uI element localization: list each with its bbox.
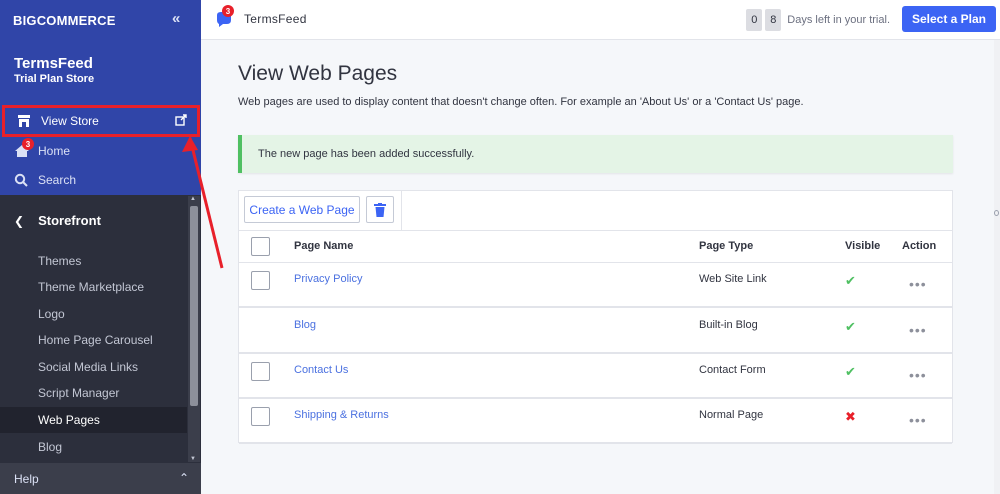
scroll-handle[interactable]: [994, 210, 999, 216]
home-icon: 3: [14, 138, 34, 158]
chevron-up-icon: ⌃: [178, 471, 189, 485]
view-store-label: View Store: [41, 114, 99, 128]
column-header-visible[interactable]: Visible: [845, 240, 880, 252]
page-type: Web Site Link: [699, 273, 767, 285]
chevron-left-icon: ❮: [14, 213, 25, 228]
create-web-page-button[interactable]: Create a Web Page: [244, 196, 360, 223]
view-store-link[interactable]: View Store: [2, 105, 200, 137]
row-checkbox[interactable]: [251, 271, 270, 290]
sidebar-item-search[interactable]: Search: [14, 173, 76, 187]
page-name-link[interactable]: Privacy Policy: [294, 273, 362, 285]
page-type: Normal Page: [699, 409, 764, 421]
sidebar: BIGCOMMERCE « TermsFeed Trial Plan Store…: [0, 0, 201, 494]
select-all-checkbox[interactable]: [251, 237, 270, 256]
sidebar-item-theme-marketplace[interactable]: Theme Marketplace: [0, 274, 187, 300]
collapse-sidebar-icon[interactable]: «: [172, 10, 180, 27]
sidebar-item-web-pages[interactable]: Web Pages: [0, 407, 187, 433]
page-type: Contact Form: [699, 364, 766, 376]
trial-countdown: 0 8 Days left in your trial.: [746, 9, 890, 31]
storefront-icon: [18, 115, 30, 127]
trial-digit: 8: [765, 9, 782, 31]
help-menu[interactable]: Help ⌃: [0, 463, 201, 494]
top-store-name: TermsFeed: [244, 12, 307, 26]
scroll-thumb[interactable]: [190, 206, 198, 406]
delete-button[interactable]: [366, 196, 394, 223]
top-bar: 3 TermsFeed 0 8 Days left in your trial.…: [201, 0, 1000, 40]
notifications-badge: 3: [222, 5, 234, 17]
row-actions-button[interactable]: •••: [909, 322, 927, 338]
sidebar-item-logo[interactable]: Logo: [0, 301, 187, 327]
storefront-section-header[interactable]: ❮ Storefront: [14, 213, 101, 228]
sidebar-item-script-manager[interactable]: Script Manager: [0, 380, 187, 406]
sidebar-item-themes[interactable]: Themes: [0, 248, 187, 274]
trial-text: Days left in your trial.: [787, 14, 890, 26]
store-name: TermsFeed: [14, 55, 93, 72]
scroll-down-icon[interactable]: ▼: [190, 456, 196, 462]
store-plan: Trial Plan Store: [14, 73, 95, 85]
page-description: Web pages are used to display content th…: [238, 96, 804, 108]
scroll-up-icon[interactable]: ▲: [190, 196, 196, 202]
column-header-action: Action: [902, 240, 937, 252]
main-content: View Web Pages Web pages are used to dis…: [201, 40, 1000, 494]
success-alert: The new page has been added successfully…: [238, 135, 953, 173]
sidebar-item-social-media-links[interactable]: Social Media Links: [0, 354, 187, 380]
external-link-icon: [175, 114, 187, 126]
table-row: Privacy Policy Web Site Link ✔ •••: [239, 263, 952, 308]
table-row: Shipping & Returns Normal Page ✖ •••: [239, 399, 952, 444]
table-row: Contact Us Contact Form ✔ •••: [239, 354, 952, 399]
page-scrollbar[interactable]: [994, 40, 1000, 494]
page-title: View Web Pages: [238, 62, 398, 85]
row-checkbox[interactable]: [251, 362, 270, 381]
page-name-link[interactable]: Contact Us: [294, 364, 348, 376]
column-header-page-type[interactable]: Page Type: [699, 240, 753, 252]
row-actions-button[interactable]: •••: [909, 276, 927, 292]
table-header: Page Name Page Type Visible Action: [239, 231, 952, 263]
column-header-page-name[interactable]: Page Name: [294, 240, 353, 252]
alert-message: The new page has been added successfully…: [258, 148, 475, 160]
sidebar-item-label: Search: [38, 173, 77, 187]
sidebar-item-label: Home: [38, 144, 71, 158]
bigcommerce-logo[interactable]: BIGCOMMERCE: [13, 13, 116, 28]
trial-digit: 0: [746, 9, 763, 31]
sidebar-item-blog[interactable]: Blog: [0, 434, 187, 460]
notifications-button[interactable]: 3: [214, 5, 234, 29]
trash-icon: [374, 202, 386, 217]
row-actions-button[interactable]: •••: [909, 412, 927, 428]
sidebar-item-home[interactable]: 3 Home: [14, 138, 71, 158]
visible-check-icon[interactable]: ✔: [845, 364, 856, 380]
search-icon: [14, 173, 30, 187]
sidebar-item-home-page-carousel[interactable]: Home Page Carousel: [0, 327, 187, 353]
page-type: Built-in Blog: [699, 319, 758, 331]
table-toolbar: Create a Web Page: [239, 191, 952, 231]
table-row: Blog Built-in Blog ✔ •••: [239, 309, 952, 354]
sidebar-scrollbar[interactable]: ▲ ▼: [188, 196, 200, 462]
page-name-link[interactable]: Shipping & Returns: [294, 409, 389, 421]
visible-check-icon[interactable]: ✔: [845, 273, 856, 289]
page-name-link[interactable]: Blog: [294, 319, 316, 331]
home-badge: 3: [22, 138, 34, 150]
row-checkbox[interactable]: [251, 407, 270, 426]
toolbar-divider: [401, 191, 402, 231]
sidebar-header: BIGCOMMERCE « TermsFeed Trial Plan Store…: [0, 0, 201, 195]
row-actions-button[interactable]: •••: [909, 367, 927, 383]
web-pages-panel: Create a Web Page Page Name Page Type Vi…: [238, 190, 953, 444]
not-visible-x-icon[interactable]: ✖: [845, 409, 856, 425]
visible-check-icon[interactable]: ✔: [845, 319, 856, 335]
select-plan-button[interactable]: Select a Plan: [902, 6, 996, 32]
